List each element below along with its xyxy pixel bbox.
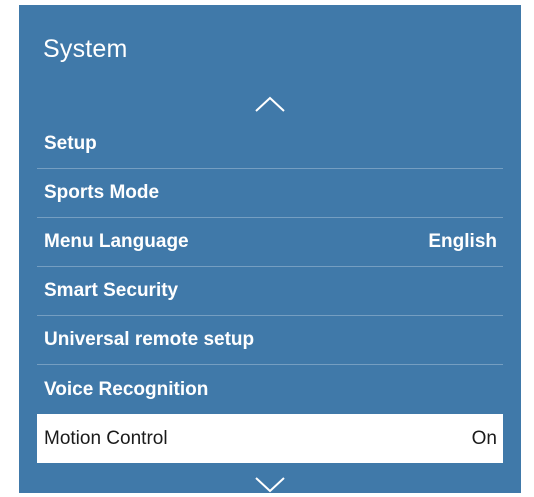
menu-item-label: Voice Recognition — [44, 378, 209, 400]
chevron-up-icon[interactable] — [253, 95, 287, 113]
menu-item-motion-control[interactable]: Motion Control On — [37, 414, 503, 463]
panel-title: System — [43, 35, 128, 63]
menu-item-label: Motion Control — [44, 427, 168, 449]
system-menu-panel: System Setup Sports Mode Menu Language E… — [19, 5, 521, 493]
chevron-down-icon[interactable] — [253, 476, 287, 494]
menu-item-smart-security[interactable]: Smart Security — [37, 267, 503, 316]
menu-item-menu-language[interactable]: Menu Language English — [37, 218, 503, 267]
menu-item-value: English — [428, 231, 497, 252]
menu-item-value: On — [471, 427, 497, 449]
menu-item-label: Setup — [44, 133, 97, 154]
menu-item-voice-recognition[interactable]: Voice Recognition — [37, 365, 503, 414]
system-menu-list: Setup Sports Mode Menu Language English … — [37, 120, 503, 463]
menu-item-label: Sports Mode — [44, 182, 160, 203]
menu-item-sports-mode[interactable]: Sports Mode — [37, 169, 503, 218]
menu-item-setup[interactable]: Setup — [37, 120, 503, 169]
menu-item-label: Menu Language — [44, 231, 189, 252]
menu-item-universal-remote-setup[interactable]: Universal remote setup — [37, 316, 503, 365]
menu-item-label: Smart Security — [44, 280, 179, 301]
menu-item-label: Universal remote setup — [44, 329, 255, 350]
